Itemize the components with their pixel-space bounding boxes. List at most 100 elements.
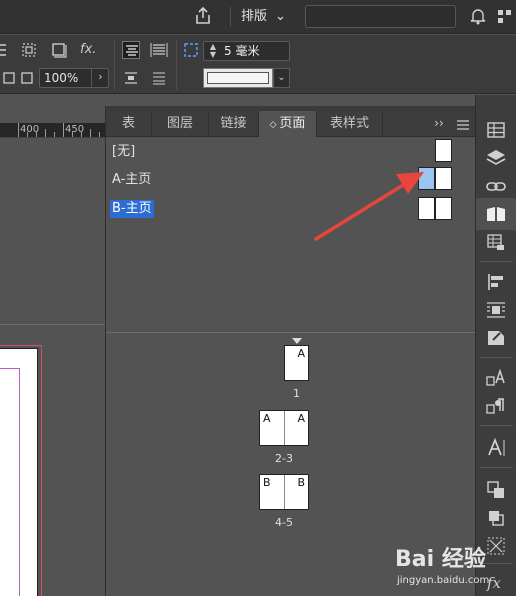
ruler-tick xyxy=(90,129,91,137)
panel-tabs: 表 图层 链接 ◇ 页面 表样式 ›› xyxy=(106,111,476,137)
gutter-icon xyxy=(182,41,200,59)
ruler-tick xyxy=(18,123,19,137)
ruler-tick xyxy=(45,129,46,137)
master-thumbnail-left xyxy=(418,167,435,190)
watermark-main: Bai 经验 xyxy=(395,547,486,572)
pages-panel: 表 图层 链接 ◇ 页面 表样式 ›› [无] A-主页 B-主页 A 1 A … xyxy=(105,106,476,596)
master-item-b[interactable]: B-主页 xyxy=(106,196,476,222)
ruler-tick xyxy=(72,132,73,137)
frame-fit-icon[interactable] xyxy=(20,41,38,59)
master-applied-label: B xyxy=(297,476,305,489)
table-styles-icon[interactable] xyxy=(485,231,507,253)
tab-pages-label: 页面 xyxy=(279,116,306,131)
more-tabs-icon[interactable]: ›› xyxy=(429,111,449,137)
master-applied-label: A xyxy=(297,412,305,425)
workspace-switcher[interactable]: 排版 ⌄ xyxy=(230,7,286,27)
page-thumbnail-1[interactable]: A xyxy=(284,345,309,381)
dock-separator xyxy=(480,467,513,468)
tab-pages[interactable]: ◇ 页面 xyxy=(259,111,317,137)
ruler-tick xyxy=(36,132,37,137)
table-icon[interactable] xyxy=(485,119,507,141)
transform-icon[interactable] xyxy=(485,479,507,501)
fx-icon[interactable]: fx. xyxy=(80,41,102,59)
character-styles-icon[interactable] xyxy=(485,367,507,389)
ruler-tick xyxy=(81,132,82,137)
master-thumbnail xyxy=(435,139,452,162)
gutter-value: 5 毫米 xyxy=(224,44,260,58)
panel-dock: fx xyxy=(475,95,516,596)
tab-layers[interactable]: 图层 xyxy=(152,111,209,137)
dock-separator xyxy=(480,261,513,262)
master-label: [无] xyxy=(112,144,136,159)
gutter-field[interactable]: ▲ ▼ 5 毫米 xyxy=(203,41,290,61)
glyphs-icon[interactable] xyxy=(485,437,507,459)
master-thumbnail-left xyxy=(418,197,435,220)
spread-thumbnail-4-5[interactable]: B B xyxy=(259,474,309,510)
object-styles-icon[interactable] xyxy=(485,327,507,349)
master-thumbnail-right xyxy=(435,167,452,190)
panel-menu-icon[interactable] xyxy=(457,119,469,130)
spread-spine xyxy=(284,475,285,509)
watermark-url: jingyan.baidu.com xyxy=(397,575,490,586)
align-icon[interactable] xyxy=(485,271,507,293)
layers-icon[interactable] xyxy=(485,147,507,169)
ruler-tick xyxy=(54,132,55,137)
tab-links[interactable]: 链接 xyxy=(209,111,259,137)
pages-icon[interactable] xyxy=(485,203,507,225)
dock-separator xyxy=(480,357,513,358)
margin-guide xyxy=(0,368,20,596)
bell-icon[interactable] xyxy=(468,6,488,26)
app-top-bar: 排版 ⌄ xyxy=(0,0,516,34)
master-thumbnail-right xyxy=(435,197,452,220)
ruler-tick xyxy=(27,132,28,137)
search-input[interactable] xyxy=(305,5,456,28)
pathfinder-icon[interactable] xyxy=(485,507,507,529)
vertical-align-center-icon[interactable] xyxy=(122,69,140,87)
ruler-tick xyxy=(99,132,100,137)
workspace-label: 排版 xyxy=(241,9,268,24)
chevron-down-icon[interactable]: ⌄ xyxy=(273,68,290,88)
vertical-align-bottom-icon[interactable] xyxy=(150,69,168,87)
page-number: 2-3 xyxy=(275,452,293,465)
chevron-down-icon: ⌄ xyxy=(275,9,286,24)
stroke-box-icon[interactable] xyxy=(18,69,36,87)
tab-table-styles[interactable]: 表样式 xyxy=(317,111,383,137)
page-number: 4-5 xyxy=(275,516,293,529)
opacity-value: 100% xyxy=(44,71,79,85)
ruler-tick xyxy=(63,123,64,137)
master-item-a[interactable]: A-主页 xyxy=(106,167,476,193)
fx-label: fx. xyxy=(80,42,97,57)
master-applied-label: B xyxy=(263,476,271,489)
stroke-preview xyxy=(207,72,269,84)
master-label: B-主页 xyxy=(110,200,154,218)
align-left-icon[interactable] xyxy=(0,41,10,59)
text-align-justify-icon[interactable] xyxy=(150,41,168,59)
current-page-marker xyxy=(292,338,302,344)
control-bar: fx. 100% › ▲ ▼ 5 毫米 ⌄ xyxy=(0,35,516,94)
spread-spine xyxy=(284,411,285,445)
dock-separator xyxy=(480,425,513,426)
links-icon[interactable] xyxy=(485,175,507,197)
chevron-right-icon[interactable]: › xyxy=(91,68,109,88)
page-number: 1 xyxy=(293,387,300,400)
checkbox-icon[interactable] xyxy=(0,69,18,87)
master-label: A-主页 xyxy=(112,172,152,187)
grid-icon[interactable] xyxy=(495,6,515,26)
tab-arrows-icon: ◇ xyxy=(269,120,280,130)
master-applied-label: A xyxy=(263,412,271,425)
spread-thumbnail-2-3[interactable]: A A xyxy=(259,410,309,446)
text-wrap-icon[interactable] xyxy=(485,299,507,321)
panel-divider[interactable] xyxy=(106,332,476,333)
watermark: Bai 经验 jingyan.baidu.com xyxy=(395,535,516,596)
master-applied-label: A xyxy=(297,347,305,360)
stepper-icon[interactable]: ▲ ▼ xyxy=(206,43,220,59)
stroke-style-field[interactable] xyxy=(203,68,273,88)
tab-table[interactable]: 表 xyxy=(106,111,152,137)
rectangle-icon[interactable] xyxy=(50,41,68,59)
master-item-none[interactable]: [无] xyxy=(106,139,476,165)
pasteboard-edge xyxy=(0,324,105,325)
paragraph-styles-icon[interactable] xyxy=(485,395,507,417)
separator xyxy=(176,40,177,90)
text-align-center-icon[interactable] xyxy=(122,41,140,59)
share-icon[interactable] xyxy=(191,5,215,27)
